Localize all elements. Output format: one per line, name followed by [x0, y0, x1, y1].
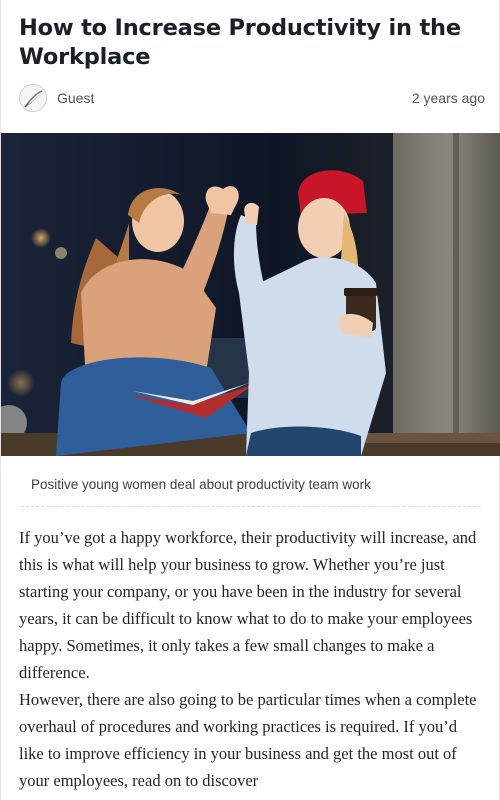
- hero-photo: [1, 133, 500, 456]
- article-title: How to Increase Productivity in the Work…: [19, 15, 461, 70]
- article-paragraph: If you’ve got a happy workforce, their p…: [19, 528, 477, 682]
- article-page: How to Increase Productivity in the Work…: [0, 0, 500, 800]
- author-name[interactable]: Guest: [57, 90, 94, 106]
- feather-avatar-icon: [20, 85, 46, 111]
- author-avatar[interactable]: [19, 84, 47, 112]
- image-caption: Positive young women deal about producti…: [21, 467, 481, 507]
- article-paragraph: However, there are also going to be part…: [19, 690, 477, 790]
- article-hero-image: [1, 133, 500, 456]
- article-body: If you’ve got a happy workforce, their p…: [19, 524, 485, 794]
- article-meta: Guest 2 years ago: [19, 84, 485, 112]
- post-time: 2 years ago: [411, 90, 485, 106]
